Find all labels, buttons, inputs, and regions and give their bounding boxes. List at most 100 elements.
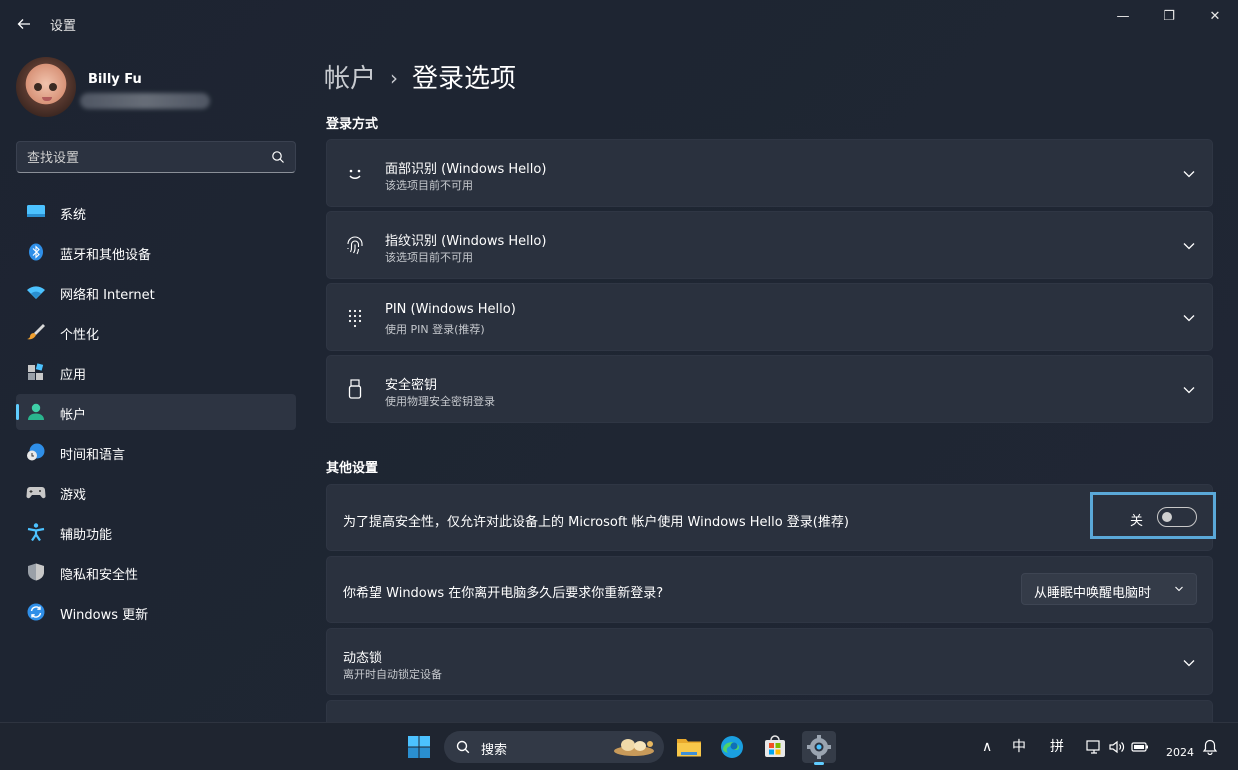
- chevron-down-icon: [1175, 586, 1183, 592]
- hello-only-setting-card: 为了提高安全性，仅允许对此设备上的 Microsoft 帐户使用 Windows…: [326, 484, 1213, 551]
- shield-icon: [28, 563, 44, 581]
- dynamic-lock-card[interactable]: 动态锁 离开时自动锁定设备: [326, 628, 1213, 695]
- sidebar-item-personalization[interactable]: 个性化: [16, 314, 296, 350]
- sidebar-nav: 系统 蓝牙和其他设备 网络和 Internet 个性化 应用 帐户 时间和语言: [16, 194, 296, 634]
- taskbar-store[interactable]: [758, 731, 792, 763]
- tray-overflow-button[interactable]: ∧: [982, 723, 992, 770]
- avatar: [16, 57, 76, 117]
- tray-ime-pinyin[interactable]: 拼: [1050, 723, 1064, 770]
- face-recognition-card[interactable]: 面部识别 (Windows Hello) 该选项目前不可用: [326, 139, 1213, 207]
- chevron-down-icon: [1183, 660, 1195, 667]
- active-app-indicator: [814, 762, 824, 765]
- edge-browser-icon: [721, 736, 743, 758]
- sidebar-item-time-language[interactable]: 时间和语言: [16, 434, 296, 470]
- chevron-down-icon: [1183, 387, 1195, 394]
- sidebar-item-windows-update[interactable]: Windows 更新: [16, 594, 296, 630]
- card-subtitle: 该选项目前不可用: [385, 251, 473, 264]
- accessibility-icon: [27, 523, 45, 541]
- active-indicator: [16, 404, 19, 420]
- toggle-knob: [1162, 512, 1172, 522]
- security-key-card[interactable]: 安全密钥 使用物理安全密钥登录: [326, 355, 1213, 423]
- face-icon: [349, 169, 361, 179]
- sidebar-item-label: 蓝牙和其他设备: [60, 248, 152, 263]
- card-subtitle: 离开时自动锁定设备: [343, 668, 442, 681]
- next-setting-card-partial: [326, 700, 1213, 722]
- apps-icon: [28, 363, 44, 380]
- sidebar-item-accounts[interactable]: 帐户: [16, 394, 296, 430]
- sidebar-item-apps[interactable]: 应用: [16, 354, 296, 390]
- sidebar-item-label: 时间和语言: [60, 448, 126, 463]
- dropdown-selected-value: 从睡眠中唤醒电脑时: [1034, 586, 1152, 601]
- other-settings-title: 其他设置: [326, 461, 379, 476]
- taskbar-file-explorer[interactable]: [672, 731, 706, 763]
- tray-clock[interactable]: 2024: [1166, 746, 1194, 759]
- fingerprint-card[interactable]: 指纹识别 (Windows Hello) 该选项目前不可用: [326, 211, 1213, 279]
- user-email-redacted: [80, 93, 210, 109]
- search-icon: [456, 740, 470, 754]
- sidebar-item-bluetooth[interactable]: 蓝牙和其他设备: [16, 234, 296, 270]
- windows-start-icon[interactable]: [407, 735, 431, 759]
- hello-only-toggle[interactable]: [1157, 507, 1197, 527]
- sidebar-item-network[interactable]: 网络和 Internet: [16, 274, 296, 310]
- taskbar-settings[interactable]: [802, 731, 836, 765]
- back-arrow-icon: [17, 19, 30, 29]
- card-title: 面部识别 (Windows Hello): [385, 162, 547, 177]
- toggle-state-label: 关: [1130, 514, 1144, 529]
- title-bar: 设置 — ❐ ✕: [0, 0, 1238, 46]
- maximize-button[interactable]: ❐: [1146, 6, 1192, 28]
- account-icon: [28, 403, 44, 420]
- require-signin-dropdown[interactable]: 从睡眠中唤醒电脑时: [1021, 573, 1197, 605]
- sidebar-item-label: 个性化: [60, 328, 100, 343]
- taskbar-edge[interactable]: [715, 731, 749, 763]
- bluetooth-icon: [29, 243, 43, 261]
- battery-icon: [1131, 742, 1148, 752]
- taskbar-search[interactable]: 搜索: [444, 731, 664, 763]
- update-icon: [27, 603, 45, 621]
- back-button[interactable]: [12, 12, 36, 36]
- wifi-icon: [27, 286, 45, 299]
- require-signin-text: 你希望 Windows 在你离开电脑多久后要求你重新登录?: [343, 586, 664, 601]
- breadcrumb-parent[interactable]: 帐户: [324, 64, 376, 94]
- sidebar-item-gaming[interactable]: 游戏: [16, 474, 296, 510]
- settings-search: [16, 141, 296, 173]
- pin-card[interactable]: PIN (Windows Hello) 使用 PIN 登录(推荐): [326, 283, 1213, 351]
- globe-clock-icon: [27, 443, 45, 461]
- settings-window: 设置 — ❐ ✕ Billy Fu 系统 蓝牙和其他设备 网络和 Interne…: [0, 0, 1238, 722]
- sidebar-item-system[interactable]: 系统: [16, 194, 296, 230]
- sidebar-item-label: 游戏: [60, 488, 87, 503]
- card-subtitle: 使用 PIN 登录(推荐): [385, 323, 485, 336]
- page-title: 登录选项: [412, 64, 517, 94]
- sidebar-item-accessibility[interactable]: 辅助功能: [16, 514, 296, 550]
- sidebar-item-privacy[interactable]: 隐私和安全性: [16, 554, 296, 590]
- brush-icon: [27, 324, 45, 340]
- search-icon[interactable]: [271, 150, 285, 164]
- sidebar-item-label: 系统: [60, 208, 87, 223]
- search-highlight-art-icon: [614, 739, 654, 756]
- card-subtitle: 该选项目前不可用: [385, 179, 473, 192]
- system-icon: [27, 205, 45, 217]
- network-display-icon: [1086, 740, 1100, 754]
- chevron-down-icon: [1183, 315, 1195, 322]
- sidebar-item-label: 网络和 Internet: [60, 288, 155, 303]
- card-title: PIN (Windows Hello): [385, 302, 516, 317]
- keypad-icon: [348, 309, 362, 328]
- card-subtitle: 使用物理安全密钥登录: [385, 395, 495, 408]
- close-button[interactable]: ✕: [1192, 6, 1238, 28]
- signin-section-title: 登录方式: [326, 117, 379, 132]
- breadcrumb: 帐户 › 登录选项: [324, 58, 516, 95]
- tray-ime-mode[interactable]: 中: [1012, 723, 1026, 770]
- card-title: 指纹识别 (Windows Hello): [385, 234, 547, 249]
- app-title: 设置: [50, 19, 77, 34]
- tray-notifications[interactable]: [1202, 723, 1218, 770]
- user-name: Billy Fu: [88, 72, 142, 87]
- taskbar-search-label: 搜索: [481, 743, 508, 758]
- tray-status-icons[interactable]: [1086, 723, 1149, 770]
- folder-icon: [677, 739, 701, 757]
- card-title: 安全密钥: [385, 378, 438, 393]
- settings-gear-icon: [807, 735, 831, 759]
- sidebar-item-label: 帐户: [60, 408, 87, 423]
- sidebar-item-label: 辅助功能: [60, 528, 113, 543]
- search-input[interactable]: [27, 148, 257, 168]
- minimize-button[interactable]: —: [1100, 6, 1146, 28]
- hello-only-text: 为了提高安全性，仅允许对此设备上的 Microsoft 帐户使用 Windows…: [343, 515, 849, 530]
